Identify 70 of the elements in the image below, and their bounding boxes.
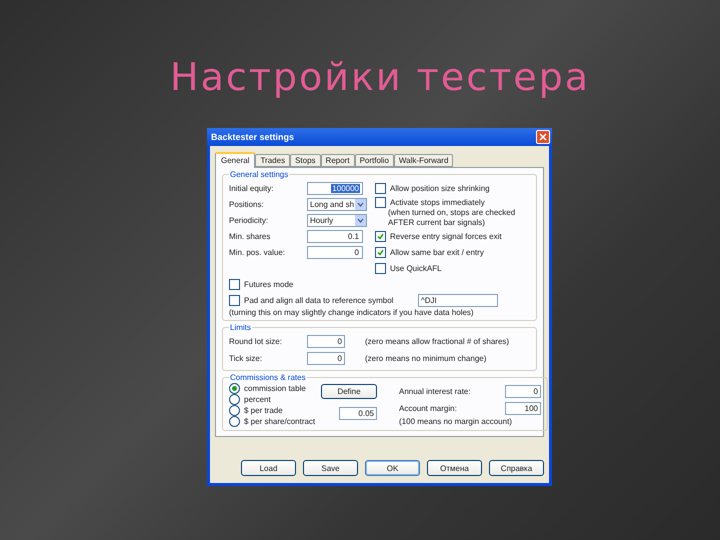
group-title: General settings (229, 170, 290, 179)
field-label: Periodicity: (229, 216, 270, 224)
check-icon (377, 232, 384, 240)
tab[interactable]: Stops (290, 154, 321, 167)
tab[interactable]: Walk-Forward (394, 154, 454, 167)
checkbox[interactable] (375, 196, 386, 208)
radio-label: percent (244, 395, 271, 404)
input-field[interactable]: 0 (307, 246, 363, 258)
dialog-button[interactable]: Справка (489, 460, 544, 476)
radio-button[interactable] (229, 394, 240, 405)
note-text: (zero means allow fractional # of shares) (365, 337, 510, 346)
chevron-down-icon (355, 214, 366, 226)
checkbox-label: Use QuickAFL (390, 264, 442, 272)
input-field[interactable]: 100 (505, 402, 541, 415)
dialog-button[interactable]: OK (365, 460, 420, 476)
field-label: Positions: (229, 200, 265, 208)
slide-title: Настройки тестера (170, 54, 590, 101)
checkbox-label: Activate stops immediately (390, 198, 485, 206)
tab[interactable]: Portfolio (354, 154, 394, 167)
field-label: Annual interest rate: (399, 387, 472, 396)
input-field[interactable]: ^DJI (418, 294, 498, 306)
field-label: Initial equity: (229, 184, 274, 192)
input-field[interactable]: 0 (505, 385, 541, 398)
input-field[interactable]: 0 (307, 352, 345, 365)
radio-label: commission table (244, 384, 306, 393)
note-text: (100 means no margin account) (399, 417, 513, 426)
input-field[interactable]: 100000 (307, 182, 363, 194)
checkbox[interactable] (229, 278, 240, 290)
close-icon (539, 133, 547, 141)
checkbox[interactable] (375, 182, 386, 194)
dialog-button[interactable]: Save (303, 460, 358, 476)
note-text: (when turned on, stops are checked AFTER current bar signals) (387, 208, 516, 228)
checkbox[interactable] (375, 230, 386, 242)
close-button[interactable] (536, 130, 550, 144)
checkbox-label: Allow same bar exit / entry (390, 248, 484, 256)
note-text: (turning this on may slightly change indicators if you have data holes) (229, 308, 475, 317)
radio-button[interactable] (229, 383, 240, 394)
group-title: Commissions & rates (229, 373, 307, 382)
field-label: Min. shares (229, 232, 272, 240)
checkbox-label: Allow position size shrinking (390, 184, 490, 192)
note-text: (zero means no minimum change) (365, 354, 486, 363)
window-title: Backtester settings (211, 132, 294, 142)
field-label: Min. pos. value: (229, 248, 286, 256)
input-field[interactable]: 0 (307, 335, 345, 348)
checkbox[interactable] (375, 246, 386, 258)
input-field[interactable]: 0.05 (339, 407, 377, 420)
input-field[interactable]: 0.1 (307, 230, 363, 242)
checkbox[interactable] (229, 294, 240, 306)
tab[interactable]: General (215, 152, 256, 168)
check-icon (377, 248, 384, 256)
field-label: Round lot size: (229, 337, 283, 346)
tab[interactable]: Trades (255, 154, 290, 167)
dialog-button[interactable]: Отмена (427, 460, 482, 476)
checkbox-label: Pad and align all data to reference symbol (244, 296, 394, 304)
chevron-down-icon (355, 198, 366, 210)
group-title: Limits (229, 323, 252, 332)
define-button[interactable]: Define (321, 384, 377, 399)
radio-label: $ per trade (244, 406, 283, 415)
field-label: Account margin: (399, 404, 458, 413)
radio-button[interactable] (229, 416, 240, 427)
checkbox[interactable] (375, 262, 386, 274)
dropdown[interactable]: Hourly (307, 214, 367, 226)
dialog-button[interactable]: Load (241, 460, 296, 476)
tab[interactable]: Report (320, 154, 355, 167)
checkbox-label: Reverse entry signal forces exit (390, 232, 502, 240)
field-label: Tick size: (229, 354, 264, 363)
checkbox-label: Futures mode (244, 280, 294, 288)
radio-button[interactable] (229, 405, 240, 416)
dropdown[interactable]: Long and sh (307, 198, 367, 210)
radio-label: $ per share/contract (244, 417, 316, 426)
